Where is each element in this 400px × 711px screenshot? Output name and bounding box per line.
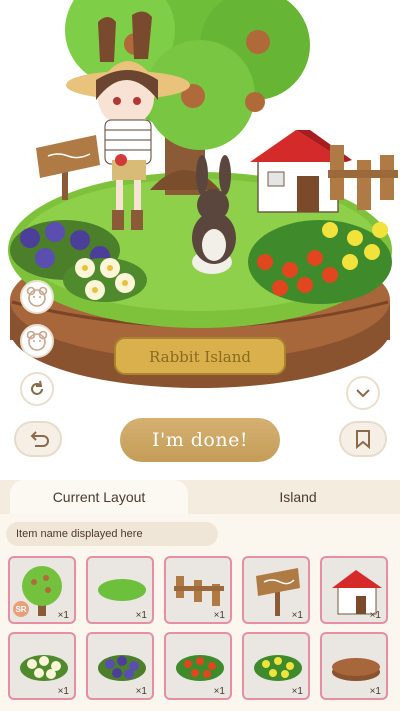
rotate-button[interactable]	[20, 372, 54, 406]
bookmark-button[interactable]	[339, 421, 387, 457]
item-quantity: ×1	[135, 686, 147, 697]
island-scene[interactable]: Rabbit Island I'm done!	[0, 0, 400, 480]
inventory-item-fruit-tree[interactable]: SR ×1	[8, 556, 76, 624]
undo-icon	[30, 431, 49, 447]
bookmark-icon	[356, 430, 370, 449]
inventory-item-wooden-signpost[interactable]: ×1	[242, 556, 310, 624]
inventory-item-white-flowers[interactable]: ×1	[8, 632, 76, 700]
inventory-item-red-roof-house[interactable]: ×1	[320, 556, 388, 624]
item-quantity: ×1	[291, 610, 303, 621]
island-illustration: Rabbit Island	[8, 0, 398, 388]
inventory-item-purple-flowers[interactable]: ×1	[86, 632, 154, 700]
rarity-badge: SR	[13, 601, 29, 617]
island-plaque: Rabbit Island	[149, 348, 251, 366]
tab-current-layout[interactable]: Current Layout	[10, 480, 188, 514]
inventory-panel: Item name displayed here SR ×1 ×1 ×1 ×1 …	[0, 514, 400, 711]
undo-button[interactable]	[14, 421, 62, 457]
item-name-field: Item name displayed here	[6, 522, 218, 546]
item-quantity: ×1	[135, 610, 147, 621]
item-quantity: ×1	[57, 610, 69, 621]
chevron-down-icon	[356, 389, 370, 398]
inventory-item-wooden-fence[interactable]: ×1	[164, 556, 232, 624]
item-quantity: ×1	[213, 686, 225, 697]
collapse-button[interactable]	[346, 376, 380, 410]
bear-face-button-1[interactable]	[20, 280, 54, 314]
inventory-item-grass-patch[interactable]: ×1	[86, 556, 154, 624]
done-button[interactable]: I'm done!	[120, 418, 280, 462]
item-quantity: ×1	[291, 686, 303, 697]
item-quantity: ×1	[369, 686, 381, 697]
rotate-icon	[31, 380, 43, 395]
item-quantity: ×1	[213, 610, 225, 621]
inventory-item-red-flowers[interactable]: ×1	[164, 632, 232, 700]
item-quantity: ×1	[369, 610, 381, 621]
bear-face-icon	[26, 286, 48, 307]
bear-face-icon	[26, 330, 48, 351]
tab-bar: Current Layout Island	[0, 480, 400, 514]
item-quantity: ×1	[57, 686, 69, 697]
bear-face-button-2[interactable]	[20, 324, 54, 358]
tab-island[interactable]: Island	[200, 480, 396, 514]
inventory-item-yellow-flowers[interactable]: ×1	[242, 632, 310, 700]
inventory-item-island-base[interactable]: ×1	[320, 632, 388, 700]
